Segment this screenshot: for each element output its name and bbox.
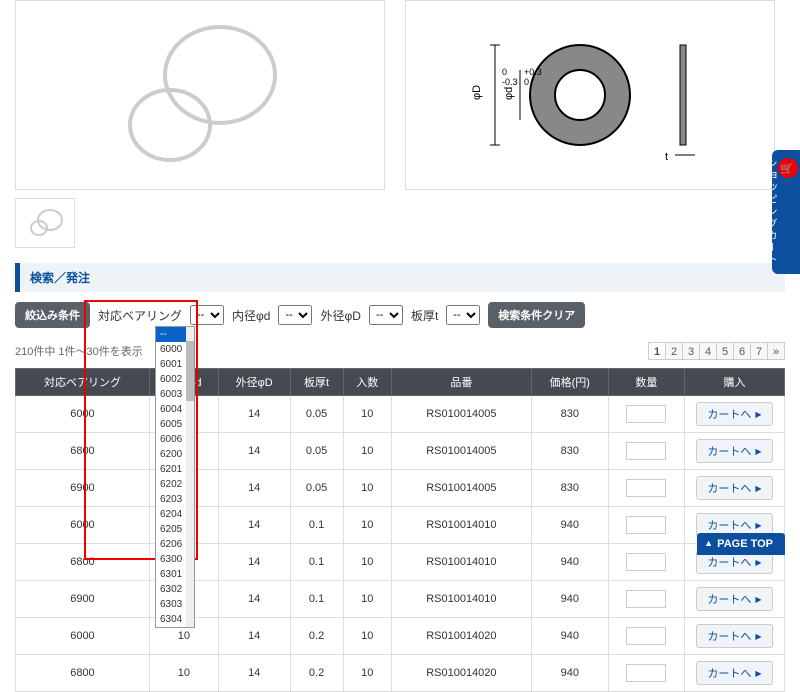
th-qtyin: 入数 (343, 369, 391, 396)
svg-text:0: 0 (524, 77, 529, 87)
pager: 1234567» (649, 342, 785, 360)
bearing-dropdown-open: --60006001600260036004600560066200620162… (155, 326, 195, 628)
qty-input[interactable] (626, 590, 666, 608)
svg-text:φd: φd (503, 87, 515, 100)
th-price: 価格(円) (531, 369, 608, 396)
qty-input[interactable] (626, 405, 666, 423)
shopping-cart-tab[interactable]: 🛒 ショッピングカート (772, 150, 800, 274)
table-row: 680010140.210RS010014020940カートへ (16, 655, 785, 692)
add-to-cart-button[interactable]: カートへ (696, 661, 772, 685)
add-to-cart-button[interactable]: カートへ (696, 476, 772, 500)
thick-filter-label: 板厚t (411, 307, 438, 324)
bearing-filter-label: 対応ベアリング (98, 307, 182, 324)
qty-input[interactable] (626, 516, 666, 534)
filter-label: 絞込み条件 (15, 302, 90, 328)
table-row: 600010140.210RS010014020940カートへ (16, 618, 785, 655)
pager-link[interactable]: 4 (699, 342, 717, 360)
result-count: 210件中 1件～30件を表示 (15, 343, 143, 359)
th-outer: 外径φD (218, 369, 290, 396)
th-bearing: 対応ベアリング (16, 369, 150, 396)
product-thumbnail[interactable] (15, 198, 75, 248)
qty-input[interactable] (626, 553, 666, 571)
clear-filter-button[interactable]: 検索条件クリア (488, 302, 585, 328)
pager-link[interactable]: 2 (665, 342, 683, 360)
cart-icon: 🛒 (778, 158, 798, 178)
qty-input[interactable] (626, 479, 666, 497)
page-top-button[interactable]: PAGE TOP (697, 533, 785, 555)
table-row: 680010140.110RS010014010940カートへ (16, 544, 785, 581)
table-row: 600010140.110RS010014010940カートへ (16, 507, 785, 544)
svg-text:+0.3: +0.3 (524, 67, 542, 77)
svg-text:t: t (665, 151, 668, 163)
pager-link[interactable]: 5 (716, 342, 734, 360)
table-row: 680010140.0510RS010014005830カートへ (16, 433, 785, 470)
inner-select[interactable]: -- (278, 305, 312, 325)
qty-input[interactable] (626, 664, 666, 682)
technical-drawing: φD 0 -0.3 φd +0.3 0 t (405, 0, 775, 190)
pager-link[interactable]: 7 (750, 342, 768, 360)
add-to-cart-button[interactable]: カートへ (696, 402, 772, 426)
svg-text:0: 0 (502, 67, 507, 77)
svg-text:φD: φD (471, 85, 483, 100)
filter-row: 絞込み条件 対応ベアリング -- 内径φd -- 外径φD -- 板厚t -- … (0, 302, 800, 338)
product-photo (15, 0, 385, 190)
outer-select[interactable]: -- (369, 305, 403, 325)
table-row: 690010140.110RS010014010940カートへ (16, 581, 785, 618)
qty-input[interactable] (626, 442, 666, 460)
thick-select[interactable]: -- (446, 305, 480, 325)
inner-filter-label: 内径φd (232, 307, 270, 324)
add-to-cart-button[interactable]: カートへ (696, 587, 772, 611)
th-qty: 数量 (608, 369, 684, 396)
table-row: 600010140.0510RS010014005830カートへ (16, 396, 785, 433)
th-partno: 品番 (391, 369, 531, 396)
pager-link[interactable]: 3 (682, 342, 700, 360)
qty-input[interactable] (626, 627, 666, 645)
section-title: 検索／発注 (15, 263, 785, 292)
add-to-cart-button[interactable]: カートへ (696, 624, 772, 648)
pager-link[interactable]: 6 (733, 342, 751, 360)
pager-link[interactable]: » (767, 342, 785, 360)
table-row: 690010140.0510RS010014005830カートへ (16, 470, 785, 507)
pager-link[interactable]: 1 (648, 342, 666, 360)
add-to-cart-button[interactable]: カートへ (696, 439, 772, 463)
outer-filter-label: 外径φD (320, 307, 360, 324)
th-buy: 購入 (685, 369, 785, 396)
results-table: 対応ベアリング 内径φd 外径φD 板厚t 入数 品番 価格(円) 数量 購入 … (15, 368, 785, 692)
dropdown-scrollbar[interactable] (186, 327, 194, 627)
th-thick: 板厚t (290, 369, 343, 396)
svg-text:-0.3: -0.3 (502, 77, 518, 87)
bearing-select[interactable]: -- (190, 305, 224, 325)
